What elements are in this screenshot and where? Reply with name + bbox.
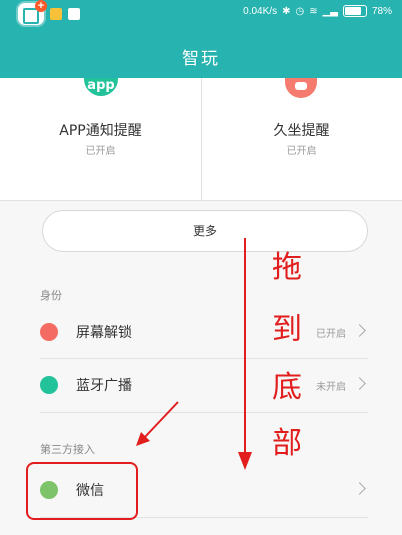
app-launcher-icon[interactable]: + xyxy=(18,0,47,25)
more-button[interactable]: 更多 xyxy=(42,210,368,252)
status-bar: + 0.04K/s ✱ ◷ ≋ ▁▃ 78% xyxy=(0,0,402,26)
feature-label: 久坐提醒 xyxy=(273,123,330,139)
annotation-arrow xyxy=(136,401,179,446)
item-status: 未开启 xyxy=(316,382,346,393)
feature-sedentary-reminder[interactable]: 久坐提醒 已开启 xyxy=(201,78,402,200)
broadcast-icon xyxy=(40,376,58,394)
list-item-screen-unlock[interactable]: 屏幕解锁 已开启 xyxy=(40,306,368,358)
section-label-identity: 身份 xyxy=(40,289,62,302)
annotation-char: 底 xyxy=(272,370,302,405)
item-status: 已开启 xyxy=(316,329,346,340)
page-title: 智玩 xyxy=(182,49,220,69)
row-divider xyxy=(40,412,368,413)
item-label: 屏幕解锁 xyxy=(76,325,132,341)
alarm-icon: ◷ xyxy=(295,5,305,17)
battery-icon xyxy=(342,5,367,17)
app-header: + 0.04K/s ✱ ◷ ≋ ▁▃ 78% 智玩 xyxy=(0,0,402,78)
signal-icon: ▁▃ xyxy=(322,5,338,17)
feature-app-notification[interactable]: app APP通知提醒 已开启 xyxy=(0,78,201,200)
notification-app-icon xyxy=(50,8,62,20)
feature-label: APP通知提醒 xyxy=(59,123,142,139)
arrow-down-icon xyxy=(238,452,252,470)
list-item-bluetooth-broadcast[interactable]: 蓝牙广播 未开启 xyxy=(40,359,368,411)
chevron-right-icon xyxy=(353,377,366,390)
lock-icon xyxy=(40,323,58,341)
feature-status: 已开启 xyxy=(85,146,116,157)
feature-status: 已开启 xyxy=(286,146,317,157)
chevron-right-icon xyxy=(353,482,366,495)
chevron-right-icon xyxy=(353,324,366,337)
qq-icon xyxy=(68,8,80,20)
battery-percent: 78% xyxy=(371,5,392,17)
annotation-char: 部 xyxy=(272,426,302,461)
highlight-box xyxy=(26,462,138,520)
annotation-char: 拖 xyxy=(272,250,302,285)
app-icon: app xyxy=(84,78,118,96)
network-speed: 0.04K/s xyxy=(243,5,278,17)
item-label: 蓝牙广播 xyxy=(76,378,132,394)
section-label-third-party: 第三方接入 xyxy=(40,443,95,456)
scroll-arrow-line xyxy=(244,238,246,460)
chair-icon xyxy=(285,78,317,98)
status-left: + xyxy=(18,0,80,25)
status-right: 0.04K/s ✱ ◷ ≋ ▁▃ 78% xyxy=(243,5,392,17)
annotation-char: 到 xyxy=(272,312,302,347)
wifi-icon: ≋ xyxy=(309,5,318,17)
feature-grid: app APP通知提醒 已开启 久坐提醒 已开启 xyxy=(0,78,402,201)
bluetooth-icon: ✱ xyxy=(282,5,291,17)
